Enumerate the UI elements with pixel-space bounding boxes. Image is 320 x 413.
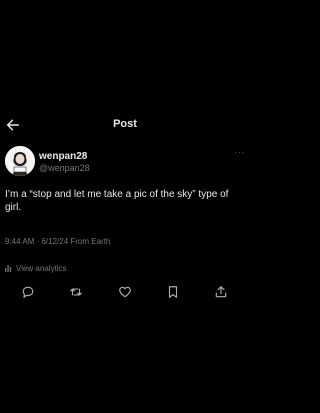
author-row: wenpan28 @wenpan28 ··· [5,146,245,178]
post-header: Post [0,113,250,139]
reply-button[interactable] [20,284,36,300]
bookmark-icon [168,286,178,298]
repost-button[interactable] [68,284,84,300]
like-button[interactable] [117,284,133,300]
user-handle[interactable]: @wenpan28 [39,163,90,173]
comment-icon [22,286,34,298]
avatar[interactable] [5,146,35,176]
post-text: I’m a “stop and let me take a pic of the… [5,189,229,213]
heart-icon [119,286,131,298]
retweet-icon [70,288,82,296]
avatar-image [5,146,35,176]
more-options-button[interactable]: ··· [235,148,246,157]
post-screen: Post wenpan28 @wenpan28 ··· I’m a “stop … [0,0,250,413]
page-title: Post [113,118,137,130]
share-icon [215,286,227,298]
view-analytics-link[interactable]: View analytics [5,264,67,273]
action-bar [20,284,232,300]
share-button[interactable] [213,284,229,300]
display-name[interactable]: wenpan28 [39,151,87,162]
bookmark-button[interactable] [165,284,181,300]
post-timestamp: 9:44 AM · 6/12/24 From Earth [5,237,111,246]
view-analytics-label: View analytics [16,264,67,273]
bar-chart-icon [5,264,13,272]
